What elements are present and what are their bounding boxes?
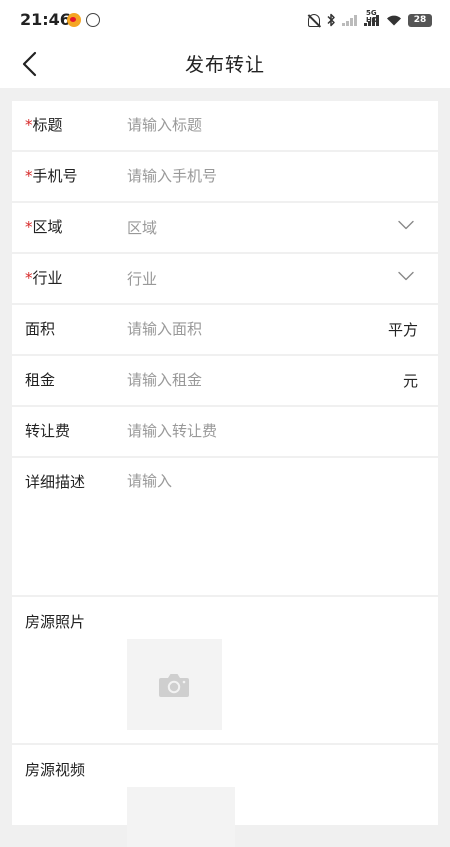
description-label: 详细描述 (25, 473, 86, 491)
area-label: 面积 (25, 320, 56, 338)
phone-input[interactable] (127, 164, 377, 188)
title-row: *标题 (12, 101, 438, 150)
rent-unit: 元 (402, 372, 418, 390)
area-unit: 平方 (387, 321, 418, 339)
title-label: *标题 (25, 114, 63, 135)
status-time: 21:46 (20, 10, 71, 29)
region-select-value[interactable]: 区域 (127, 217, 157, 238)
rent-label: 租金 (25, 371, 56, 389)
rent-input[interactable] (127, 368, 377, 392)
videos-row: 房源视频 (12, 745, 438, 847)
transfer-fee-input[interactable] (127, 419, 377, 443)
region-label: *区域 (25, 216, 63, 237)
status-bar: 21:46 5G HD 28 (0, 0, 450, 40)
transfer-fee-label: 转让费 (25, 422, 71, 440)
transfer-fee-row: 转让费 (12, 407, 438, 456)
app-notification-icon (86, 13, 100, 27)
required-mark: * (25, 218, 33, 236)
title-label-text: 标题 (32, 116, 63, 134)
photos-label: 房源照片 (25, 613, 86, 631)
required-mark: * (25, 167, 33, 185)
region-row[interactable]: *区域 区域 (12, 203, 438, 252)
chevron-down-icon[interactable] (398, 271, 414, 281)
description-textarea[interactable] (127, 470, 417, 580)
network-type-label: 5G HD (366, 9, 378, 24)
signal-weak-icon (342, 14, 358, 26)
weibo-notification-icon (67, 13, 81, 27)
region-label-text: 区域 (32, 218, 63, 236)
phone-row: *手机号 (12, 152, 438, 201)
battery-icon: 28 (408, 13, 432, 27)
industry-label: *行业 (25, 267, 63, 288)
required-mark: * (25, 116, 33, 134)
page-title: 发布转让 (184, 54, 265, 76)
description-row: 详细描述 (12, 458, 438, 595)
video-upload-button[interactable] (127, 787, 235, 847)
phone-label: *手机号 (25, 165, 78, 186)
videos-label: 房源视频 (25, 761, 86, 779)
industry-label-text: 行业 (32, 269, 63, 287)
required-mark: * (25, 269, 33, 287)
industry-select-value[interactable]: 行业 (127, 268, 157, 289)
status-icons: 5G HD 28 (308, 10, 432, 29)
camera-icon (159, 674, 189, 697)
photos-row: 房源照片 (12, 597, 438, 743)
rent-row: 租金 元 (12, 356, 438, 405)
wifi-icon (387, 15, 401, 26)
photo-upload-button[interactable] (127, 639, 222, 730)
area-row: 面积 平方 (12, 305, 438, 354)
transfer-form: *标题 *手机号 *区域 区域 *行业 行业 面积 平方 租金 元 转让费 详细… (12, 101, 438, 847)
area-input[interactable] (127, 317, 377, 341)
phone-label-text: 手机号 (32, 167, 78, 185)
mute-icon (308, 13, 320, 27)
industry-row[interactable]: *行业 行业 (12, 254, 438, 303)
chevron-down-icon[interactable] (398, 220, 414, 230)
nav-bar: 发布转让 (0, 40, 450, 88)
signal-strong-icon: 5G HD (364, 10, 380, 26)
title-input[interactable] (127, 113, 377, 137)
bluetooth-icon (327, 13, 335, 27)
